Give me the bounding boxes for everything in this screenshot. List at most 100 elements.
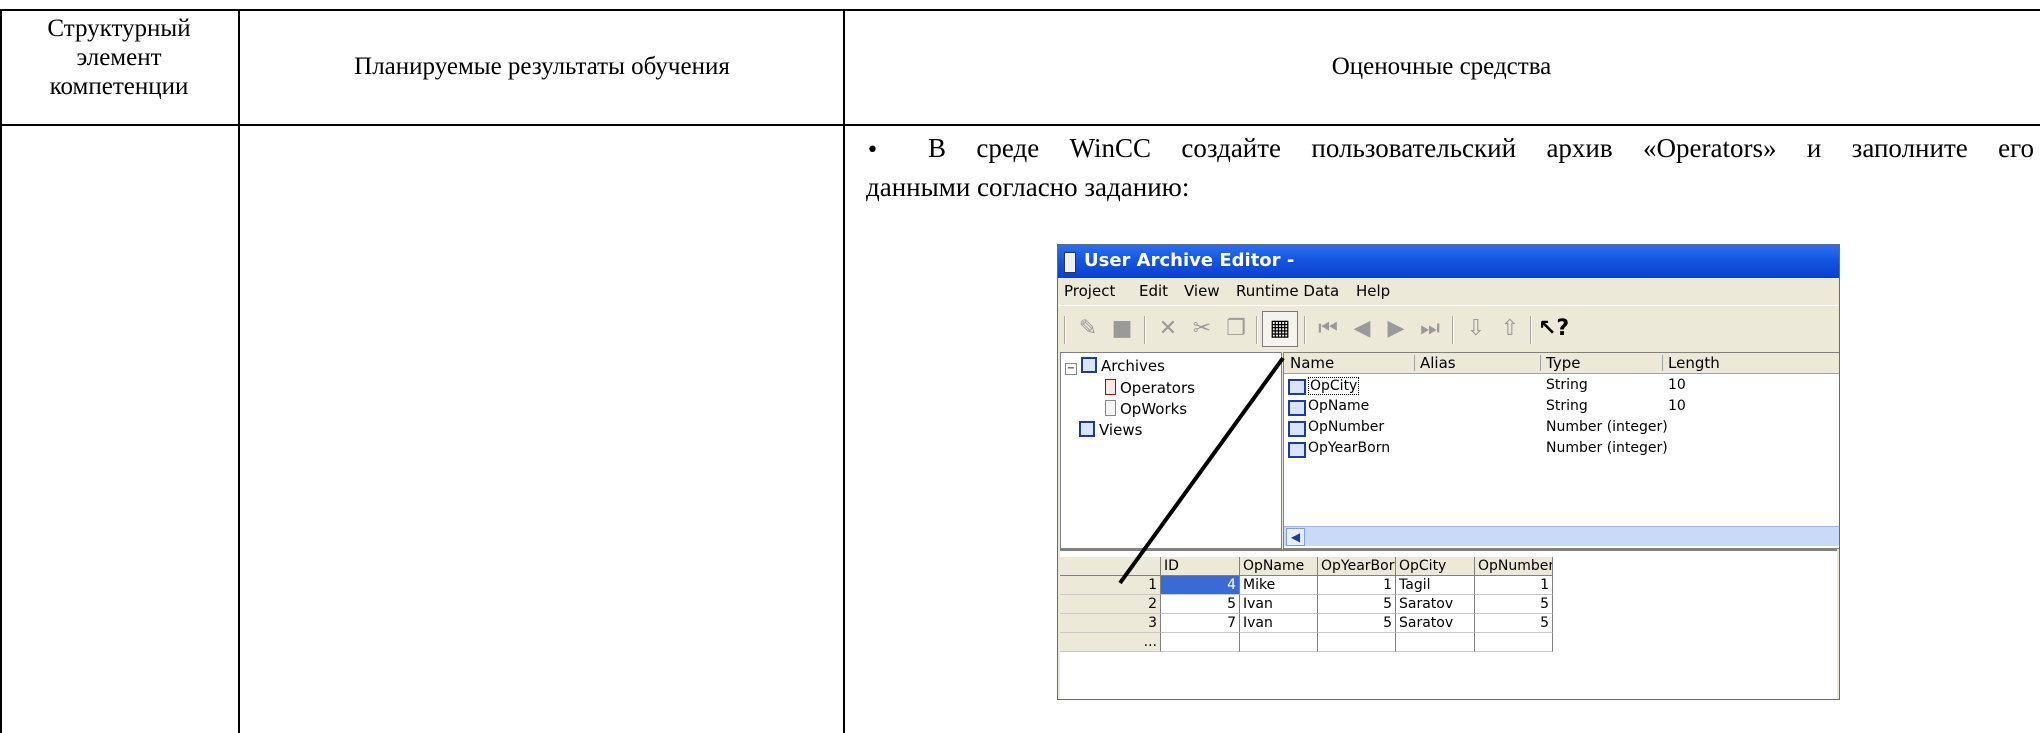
user-archive-editor-screenshot: User Archive Editor - Project Edit View … [1057,244,1840,700]
grid-cell-opnumber[interactable]: 1 [1475,576,1553,595]
table-header-bottom-border [0,124,2040,126]
previous-record-icon[interactable]: ◀ [1348,315,1376,343]
archive-icon [1105,400,1116,416]
column-separator[interactable] [1414,355,1415,371]
export-icon[interactable]: ⇧ [1496,315,1524,343]
toolbar-separator [1144,316,1146,344]
grid-header-opname[interactable]: OpName [1240,557,1318,576]
grid-new-cell[interactable] [1318,633,1396,652]
grid-cell-opyearborn[interactable]: 1 [1318,576,1396,595]
grid-new-row-header[interactable]: ... [1060,633,1161,652]
grid-row-header[interactable]: 3 [1060,614,1161,633]
list-item[interactable]: OpNumber Number (integer) [1288,418,1838,439]
grid-cell-opnumber[interactable]: 5 [1475,595,1553,614]
field-name: OpNumber [1308,419,1385,435]
edit-icon[interactable]: ✎ [1074,315,1102,343]
import-icon[interactable]: ⇩ [1462,315,1490,343]
archives-icon [1081,357,1097,373]
list-item[interactable]: OpYearBorn Number (integer) [1288,439,1838,460]
column-header-length[interactable]: Length [1668,354,1720,372]
archive-tree: − Archives Operators OpWorks Views [1060,352,1282,549]
app-icon [1064,252,1076,273]
column-header-alias[interactable]: Alias [1420,354,1456,372]
properties-icon[interactable]: ❐ [1222,315,1250,343]
menu-view[interactable]: View [1184,282,1220,300]
column-header-name[interactable]: Name [1290,354,1334,372]
field-list: Name Alias Type Length OpCity String 10 … [1283,352,1839,549]
grid-cell-opyearborn[interactable]: 5 [1318,614,1396,633]
tree-label-views: Views [1099,421,1143,439]
grid-cell-opname[interactable]: Mike [1240,576,1318,595]
delete-icon[interactable]: ✕ [1154,315,1182,343]
bullet-mark: • [866,138,879,163]
archive-icon [1105,379,1116,395]
views-icon [1079,421,1095,437]
menu-edit[interactable]: Edit [1139,282,1168,300]
task-line-1-text: В среде WinCC создайте пользовательский … [928,133,2034,163]
grid-cell-id[interactable]: 7 [1161,614,1240,633]
save-icon[interactable]: ■ [1108,315,1136,343]
grid-cell-opnumber[interactable]: 5 [1475,614,1553,633]
grid-header-opyearborn[interactable]: OpYearBorn [1318,557,1396,576]
grid-header-opnumber[interactable]: OpNumber [1475,557,1553,576]
collapse-icon[interactable]: − [1065,363,1077,375]
column-header-type[interactable]: Type [1546,354,1580,372]
grid-cell-opname[interactable]: Ivan [1240,595,1318,614]
last-record-icon[interactable]: ⏭ [1416,315,1444,343]
grid-new-cell[interactable] [1161,633,1240,652]
table-col1-divider [238,9,240,733]
window-titlebar: User Archive Editor - [1058,245,1839,278]
header-assessment-tools: Оценочные средства [1331,53,1552,80]
field-type: String [1546,398,1588,414]
grid-cell-opcity[interactable]: Saratov [1396,595,1475,614]
field-name: OpYearBorn [1308,440,1391,456]
tree-node-archives[interactable]: − Archives [1065,357,1165,375]
cut-icon[interactable]: ✂ [1188,315,1216,343]
field-type: String [1546,377,1588,393]
grid-cell-id[interactable]: 5 [1161,595,1240,614]
grid-new-cell[interactable] [1240,633,1318,652]
list-item[interactable]: OpCity String 10 [1288,376,1838,397]
list-item[interactable]: OpName String 10 [1288,397,1838,418]
column-separator[interactable] [1540,355,1541,371]
grid-new-cell[interactable] [1475,633,1553,652]
horizontal-scrollbar[interactable]: ◀ [1284,526,1839,546]
grid-header-id[interactable]: ID [1161,557,1240,576]
menu-runtime-data[interactable]: Runtime Data [1236,282,1339,300]
field-icon [1288,379,1306,395]
next-record-icon[interactable]: ▶ [1382,315,1410,343]
grid-row-header[interactable]: 2 [1060,595,1161,614]
scroll-left-icon[interactable]: ◀ [1286,528,1305,546]
grid-cell-opcity[interactable]: Tagil [1396,576,1475,595]
field-name: OpCity [1308,377,1360,395]
toolbar-separator [1256,316,1258,344]
toolbar: ✎ ■ ✕ ✂ ❐ ▦ ⏮ ◀ ▶ ⏭ ⇩ ⇧ ↖? [1058,305,1839,352]
grid-cell-opyearborn[interactable]: 5 [1318,595,1396,614]
tree-node-opworks[interactable]: OpWorks [1105,400,1187,418]
grid-cell-opcity[interactable]: Saratov [1396,614,1475,633]
field-type: Number (integer) [1546,419,1668,435]
toolbar-separator [1304,316,1306,344]
grid-row-header[interactable]: 1 [1060,576,1161,595]
menu-bar: Project Edit View Runtime Data Help [1058,278,1839,304]
toolbar-separator [1064,316,1066,344]
menu-project[interactable]: Project [1064,282,1115,300]
help-pointer-icon[interactable]: ↖? [1538,315,1569,343]
toolbar-separator [1452,316,1454,344]
field-icon [1288,421,1306,437]
grid-header-opcity[interactable]: OpCity [1396,557,1475,576]
table-view-icon[interactable]: ▦ [1262,311,1298,347]
table-col2-divider [843,9,845,733]
grid-new-cell[interactable] [1396,633,1475,652]
tree-label-archives: Archives [1101,357,1165,375]
tree-label-opworks: OpWorks [1120,400,1188,418]
data-grid: ID OpName OpYearBorn OpCity OpNumber 1 4… [1060,549,1837,699]
tree-node-views[interactable]: Views [1079,421,1142,439]
column-separator[interactable] [1662,355,1663,371]
menu-help[interactable]: Help [1356,282,1390,300]
tree-node-operators[interactable]: Operators [1105,379,1195,397]
grid-cell-opname[interactable]: Ivan [1240,614,1318,633]
field-list-header: Name Alias Type Length [1284,353,1839,374]
grid-cell-id[interactable]: 4 [1161,576,1240,595]
first-record-icon[interactable]: ⏮ [1314,315,1342,343]
